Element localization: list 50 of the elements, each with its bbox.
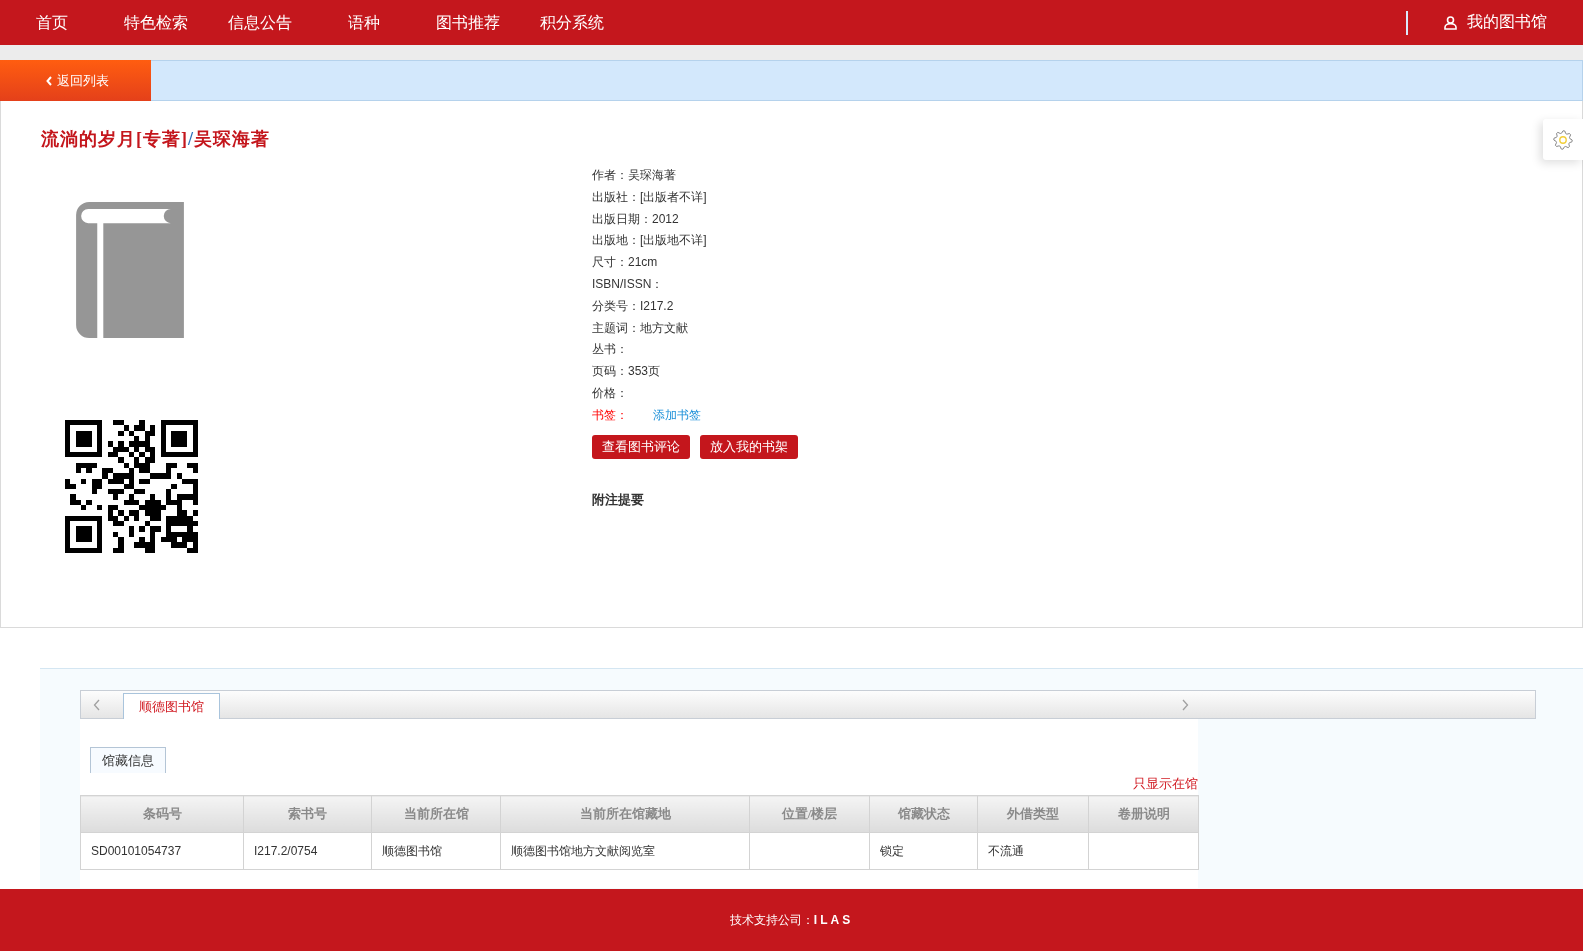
detail-line: ISBN/ISSN： [592, 276, 664, 293]
column-header: 当前所在馆 [371, 795, 501, 833]
table-cell: 不流通 [977, 832, 1089, 870]
detail-line: 主题词：地方文献 [592, 319, 688, 337]
notes-heading: 附注提要 [592, 490, 644, 509]
detail-line: 出版地：[出版地不详] [592, 232, 707, 250]
book-title: 流淌的岁月[专著]/吴琛海著 [41, 128, 270, 150]
chevron-left-icon[interactable] [93, 698, 100, 711]
detail-line: 尺寸：21cm [592, 254, 658, 272]
action-button[interactable]: 放入我的书架 [700, 434, 798, 459]
nav-link[interactable]: 首页 [0, 0, 104, 45]
detail-line: 页码：353页 [592, 363, 661, 381]
nav-link[interactable]: 特色检索 [104, 0, 208, 45]
action-button[interactable]: 查看图书评论 [592, 434, 690, 459]
table-cell: 顺德图书馆 [371, 832, 501, 870]
settings-button[interactable] [1543, 119, 1583, 160]
user-icon [1444, 15, 1457, 30]
book-icon [76, 202, 184, 338]
column-header: 位置/楼层 [749, 795, 870, 833]
nav-link[interactable]: 图书推荐 [416, 0, 520, 45]
detail-line: 分类号：I217.2 [592, 297, 674, 315]
nav-link[interactable]: 积分系统 [520, 0, 624, 45]
detail-line: 价格： [592, 384, 628, 402]
library-tab[interactable]: 顺德图书馆 [123, 693, 220, 719]
column-header: 条码号 [80, 795, 244, 833]
detail-line: 作者：吴琛海著 [592, 167, 676, 184]
bookmark-label: 书签： [592, 406, 628, 424]
add-bookmark-link[interactable]: 添加书签 [653, 404, 701, 427]
column-header: 外借类型 [977, 795, 1089, 833]
chevron-right-icon[interactable] [1182, 698, 1189, 711]
in-library-filter-link[interactable]: 只显示在馆 [1133, 776, 1198, 792]
detail-line: 出版日期：2012 [592, 210, 679, 228]
table-cell: I217.2/0754 [243, 832, 372, 870]
holdings-info-tab[interactable]: 馆藏信息 [90, 747, 166, 773]
detail-line: 丛书： [592, 341, 628, 359]
column-header: 索书号 [243, 795, 372, 833]
my-library-link[interactable]: 我的图书馆 [1444, 12, 1547, 33]
column-header: 馆藏状态 [869, 795, 978, 833]
column-header: 当前所在馆藏地 [500, 795, 750, 833]
table-cell: SD00101054737 [80, 832, 244, 870]
settings-icon [1553, 129, 1573, 150]
back-button[interactable]: 返回列表 [0, 60, 151, 101]
table-cell: 锁定 [869, 832, 978, 870]
detail-line: 出版社：[出版者不详] [592, 188, 707, 206]
chevron-left-icon [46, 75, 52, 86]
column-header: 卷册说明 [1088, 795, 1199, 833]
nav-link[interactable]: 信息公告 [208, 0, 312, 45]
table-cell: 顺德图书馆地方文献阅览室 [500, 832, 750, 870]
footer-text: 技术支持公司：ILAS [729, 911, 854, 929]
nav-link[interactable]: 语种 [312, 0, 416, 45]
